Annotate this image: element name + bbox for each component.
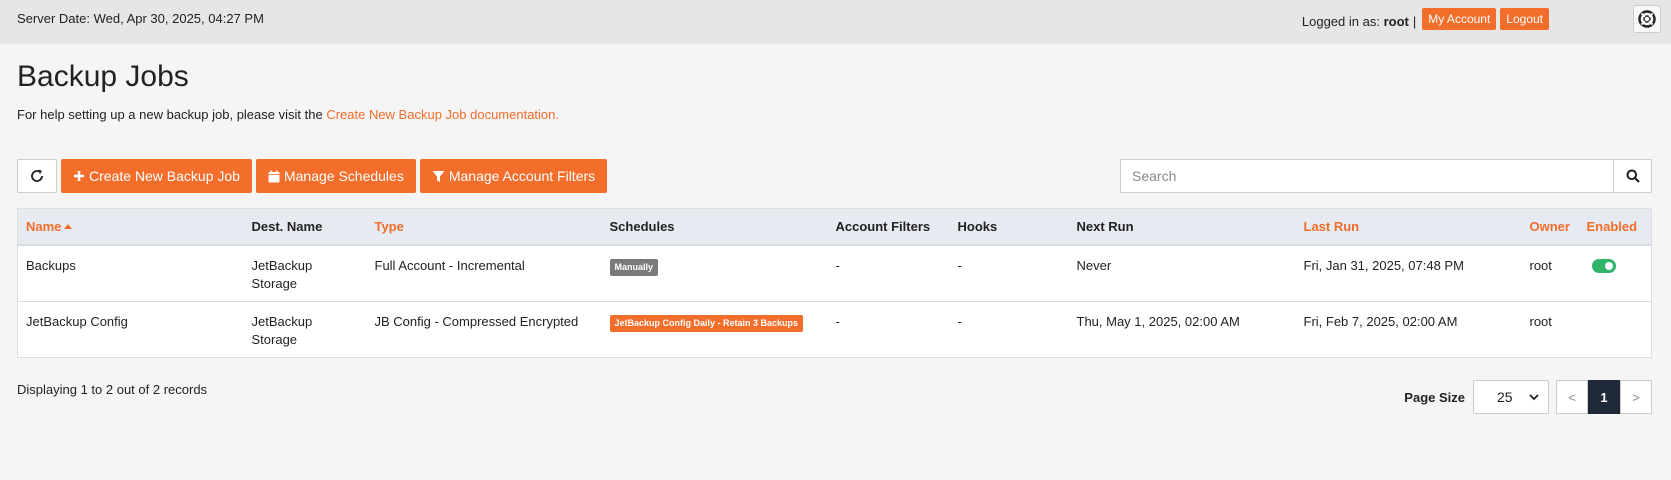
chevron-down-icon: [1529, 393, 1539, 400]
table-row[interactable]: Backups JetBackup Storage Full Account - …: [17, 244, 1652, 301]
lifebuoy-icon: [1638, 10, 1656, 28]
page-size-label: Page Size: [1404, 389, 1465, 405]
hooks: -: [949, 244, 1069, 301]
column-header-hooks: Hooks: [949, 208, 1069, 246]
refresh-icon: [31, 169, 43, 182]
username: root: [1383, 14, 1409, 29]
schedules-cell: JetBackup Config Daily - Retain 3 Backup…: [601, 300, 828, 357]
account-area: Logged in as: root | My Account Logout: [1302, 8, 1553, 30]
enabled-cell: [1578, 300, 1652, 357]
help-text: For help setting up a new backup job, pl…: [17, 107, 559, 122]
search-input[interactable]: [1120, 159, 1613, 193]
last-run: Fri, Jan 31, 2025, 07:48 PM: [1295, 244, 1522, 301]
search-button[interactable]: [1613, 159, 1652, 193]
prev-page-button[interactable]: <: [1556, 380, 1588, 414]
next-page-button[interactable]: >: [1620, 380, 1652, 414]
schedule-badge: Manually: [609, 258, 659, 276]
column-header-enabled[interactable]: Enabled: [1578, 208, 1652, 246]
backup-jobs-table: Name Dest. Name Type Schedules Account F…: [17, 208, 1652, 358]
column-header-name[interactable]: Name: [17, 208, 244, 246]
toolbar: Create New Backup Job Manage Schedules M…: [17, 159, 611, 193]
logged-in-text: Logged in as: root: [1301, 14, 1409, 29]
next-run: Never: [1068, 244, 1296, 301]
records-info: Displaying 1 to 2 out of 2 records: [17, 382, 208, 397]
create-backup-job-button[interactable]: Create New Backup Job: [61, 159, 252, 193]
job-name: JetBackup Config: [17, 300, 244, 357]
logout-button[interactable]: Logout: [1500, 8, 1549, 30]
my-account-button[interactable]: My Account: [1422, 8, 1497, 30]
column-header-type[interactable]: Type: [366, 208, 602, 246]
column-header-last-run[interactable]: Last Run: [1295, 208, 1522, 246]
table-header-row: Name Dest. Name Type Schedules Account F…: [17, 208, 1652, 246]
search-bar: [1120, 159, 1652, 193]
top-bar: Server Date: Wed, Apr 30, 2025, 04:27 PM…: [0, 0, 1671, 44]
separator: |: [1412, 14, 1417, 29]
column-header-dest-name: Dest. Name: [243, 208, 367, 246]
last-run: Fri, Feb 7, 2025, 02:00 AM: [1295, 300, 1522, 357]
hooks: -: [949, 300, 1069, 357]
toggle-knob: [1604, 261, 1613, 270]
next-run: Thu, May 1, 2025, 02:00 AM: [1068, 300, 1296, 357]
server-date: Server Date: Wed, Apr 30, 2025, 04:27 PM: [17, 11, 264, 26]
job-type: JB Config - Compressed Encrypted: [366, 300, 602, 357]
column-header-owner[interactable]: Owner: [1521, 208, 1579, 246]
job-name: Backups: [17, 244, 244, 301]
job-type: Full Account - Incremental: [366, 244, 602, 301]
schedule-badge: JetBackup Config Daily - Retain 3 Backup…: [609, 314, 804, 332]
table-row[interactable]: JetBackup Config JetBackup Storage JB Con…: [17, 300, 1652, 357]
column-header-account-filters: Account Filters: [827, 208, 950, 246]
page-button-current[interactable]: 1: [1588, 380, 1620, 414]
manage-account-filters-button[interactable]: Manage Account Filters: [419, 159, 608, 193]
enabled-cell: [1578, 244, 1652, 301]
column-header-schedules: Schedules: [601, 208, 828, 246]
refresh-button[interactable]: [17, 159, 57, 193]
sort-ascending-icon: [64, 223, 73, 229]
owner: root: [1521, 244, 1579, 301]
schedules-cell: Manually: [601, 244, 828, 301]
owner: root: [1521, 300, 1579, 357]
filter-icon: [432, 170, 445, 182]
search-icon: [1626, 169, 1640, 183]
manage-schedules-button[interactable]: Manage Schedules: [255, 159, 416, 193]
dest-name: JetBackup Storage: [243, 300, 367, 357]
dest-name: JetBackup Storage: [243, 244, 367, 301]
page-title: Backup Jobs: [17, 60, 189, 93]
documentation-link[interactable]: Create New Backup Job documentation.: [326, 107, 559, 122]
help-button[interactable]: [1633, 5, 1661, 33]
calendar-icon: [268, 170, 280, 182]
column-header-next-run: Next Run: [1068, 208, 1296, 246]
account-filters: -: [827, 244, 950, 301]
pagination: Page Size 25 < 1 >: [1404, 380, 1652, 414]
page-size-select[interactable]: 25: [1473, 380, 1549, 414]
account-filters: -: [827, 300, 950, 357]
plus-icon: [74, 171, 84, 181]
page-size-value: 25: [1497, 389, 1513, 405]
enabled-toggle[interactable]: [1591, 258, 1616, 273]
